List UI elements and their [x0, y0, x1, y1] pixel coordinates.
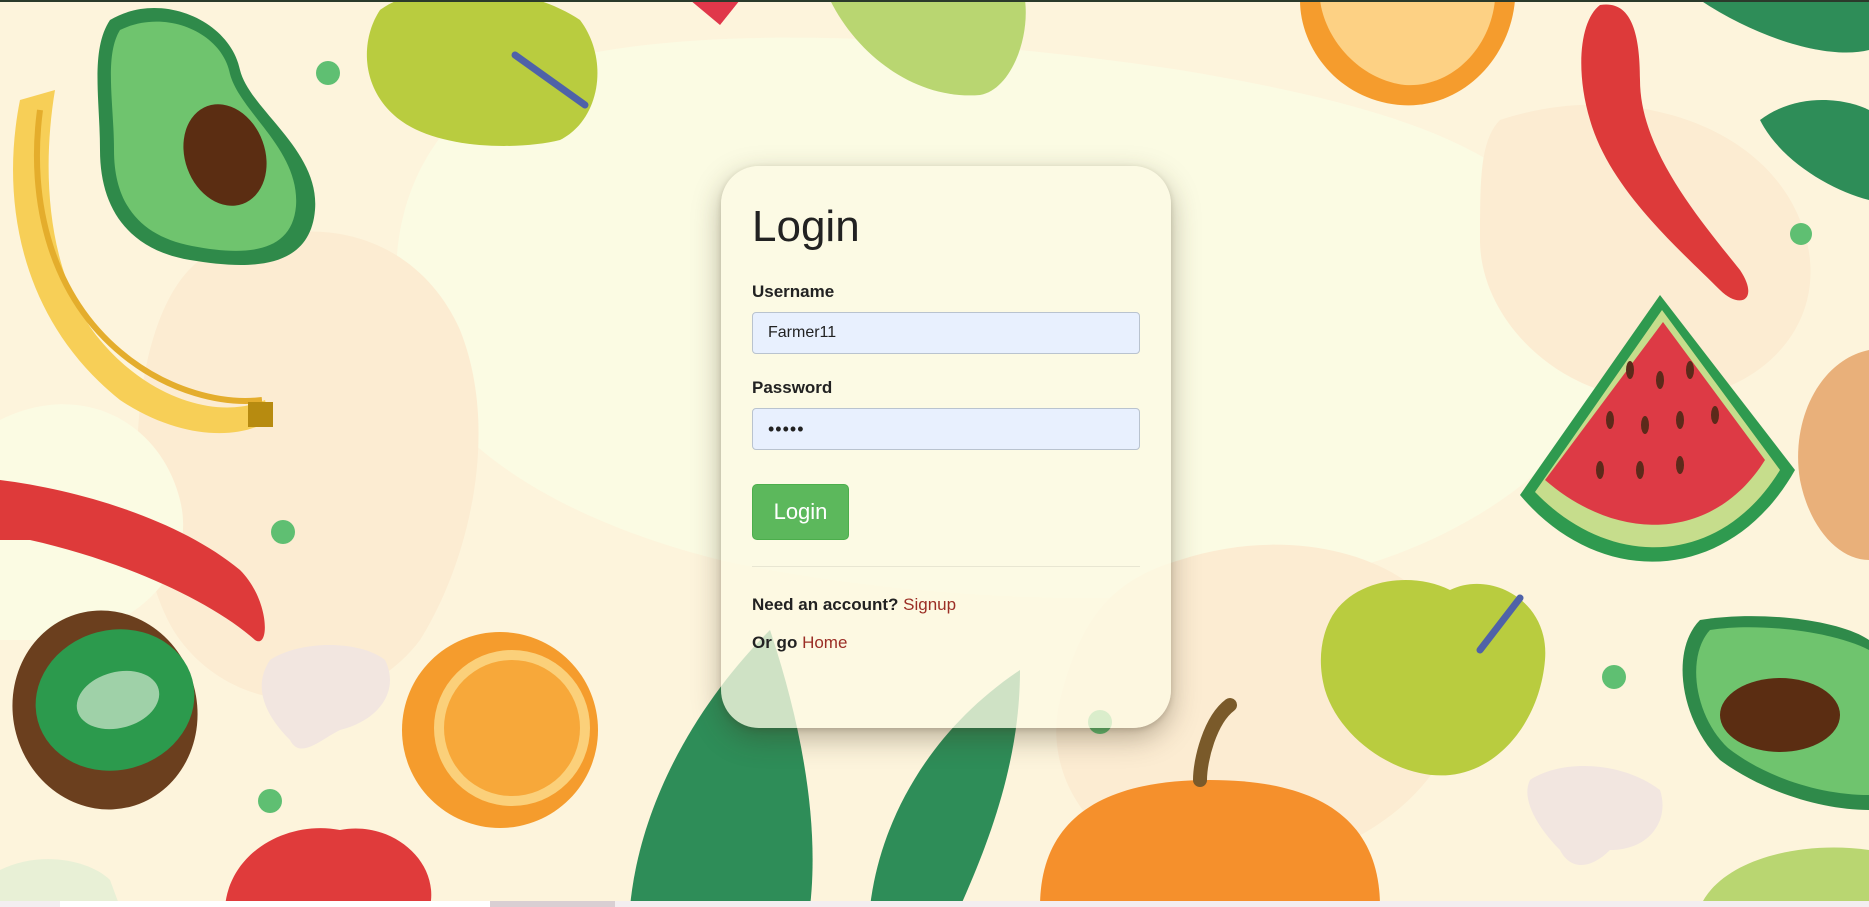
password-input[interactable]: •••••	[752, 408, 1140, 450]
home-line: Or go Home	[752, 633, 1140, 653]
username-input[interactable]: Farmer11	[752, 312, 1140, 354]
login-heading: Login	[752, 202, 860, 251]
top-border	[0, 0, 1869, 2]
horizontal-scrollbar[interactable]	[0, 901, 1869, 907]
scrollbar-thumb[interactable]	[60, 901, 490, 907]
login-card: Login Username Farmer11 Password ••••• L…	[721, 166, 1171, 728]
scrollbar-track-right	[615, 901, 1869, 907]
signup-line: Need an account? Signup	[752, 595, 1140, 615]
signup-prompt: Need an account?	[752, 595, 899, 614]
signup-link[interactable]: Signup	[903, 595, 956, 614]
password-label: Password	[752, 378, 833, 397]
home-prompt: Or go	[752, 633, 798, 652]
orange-decoration	[402, 632, 598, 828]
login-button[interactable]: Login	[752, 484, 849, 540]
home-link[interactable]: Home	[802, 633, 847, 652]
username-label: Username	[752, 282, 835, 301]
divider	[752, 566, 1140, 567]
scrollbar-track-left	[0, 901, 60, 907]
